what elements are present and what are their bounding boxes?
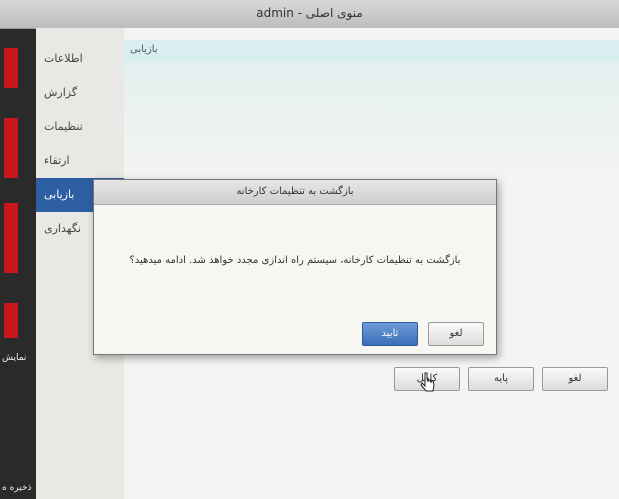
dialog-cancel-button[interactable]: لغو [428,322,484,346]
content-header-label: بازیابی [130,44,158,55]
factory-reset-dialog: بازگشت به تنظیمات کارخانه بازگشت به تنظی… [93,179,497,355]
window-title: منوی اصلی - admin [256,6,363,20]
background-red-block [4,203,18,273]
sidebar-item-report[interactable]: گزارش [36,76,124,110]
basic-restore-button[interactable]: پایه [468,367,534,391]
background-red-block [4,303,18,338]
cancel-label: لغو [568,373,582,384]
confirm-button[interactable]: تایید [362,322,418,346]
sidebar-item-upgrade[interactable]: ارتقاء [36,144,124,178]
cancel-button[interactable]: لغو [542,367,608,391]
dialog-title: بازگشت به تنظیمات کارخانه [94,180,496,205]
background-red-block [4,118,18,178]
sidebar-item-label: نگهداری [44,222,81,235]
content-header: بازیابی [124,40,619,62]
title-bar: منوی اصلی - admin [0,0,619,29]
background-red-block [4,48,18,88]
sidebar-item-label: تنظیمات [44,120,83,133]
mouse-cursor-icon [420,372,435,392]
background-panel: نمایش ذخیره ه [0,28,36,499]
basic-restore-label: پایه [494,373,508,384]
background-label: نمایش [2,353,27,363]
content-fade [124,62,619,182]
sidebar-item-settings[interactable]: تنظیمات [36,110,124,144]
sidebar-item-info[interactable]: اطلاعات [36,42,124,76]
dialog-cancel-label: لغو [449,328,463,339]
sidebar-item-label: ارتقاء [44,154,70,167]
sidebar-item-label: بازیابی [44,188,75,201]
background-label: ذخیره ه [2,483,32,493]
sidebar-item-label: اطلاعات [44,52,83,65]
dialog-message: بازگشت به تنظیمات کارخانه، سیستم راه اند… [129,255,461,266]
sidebar-item-label: گزارش [44,86,78,99]
confirm-label: تایید [381,328,399,339]
